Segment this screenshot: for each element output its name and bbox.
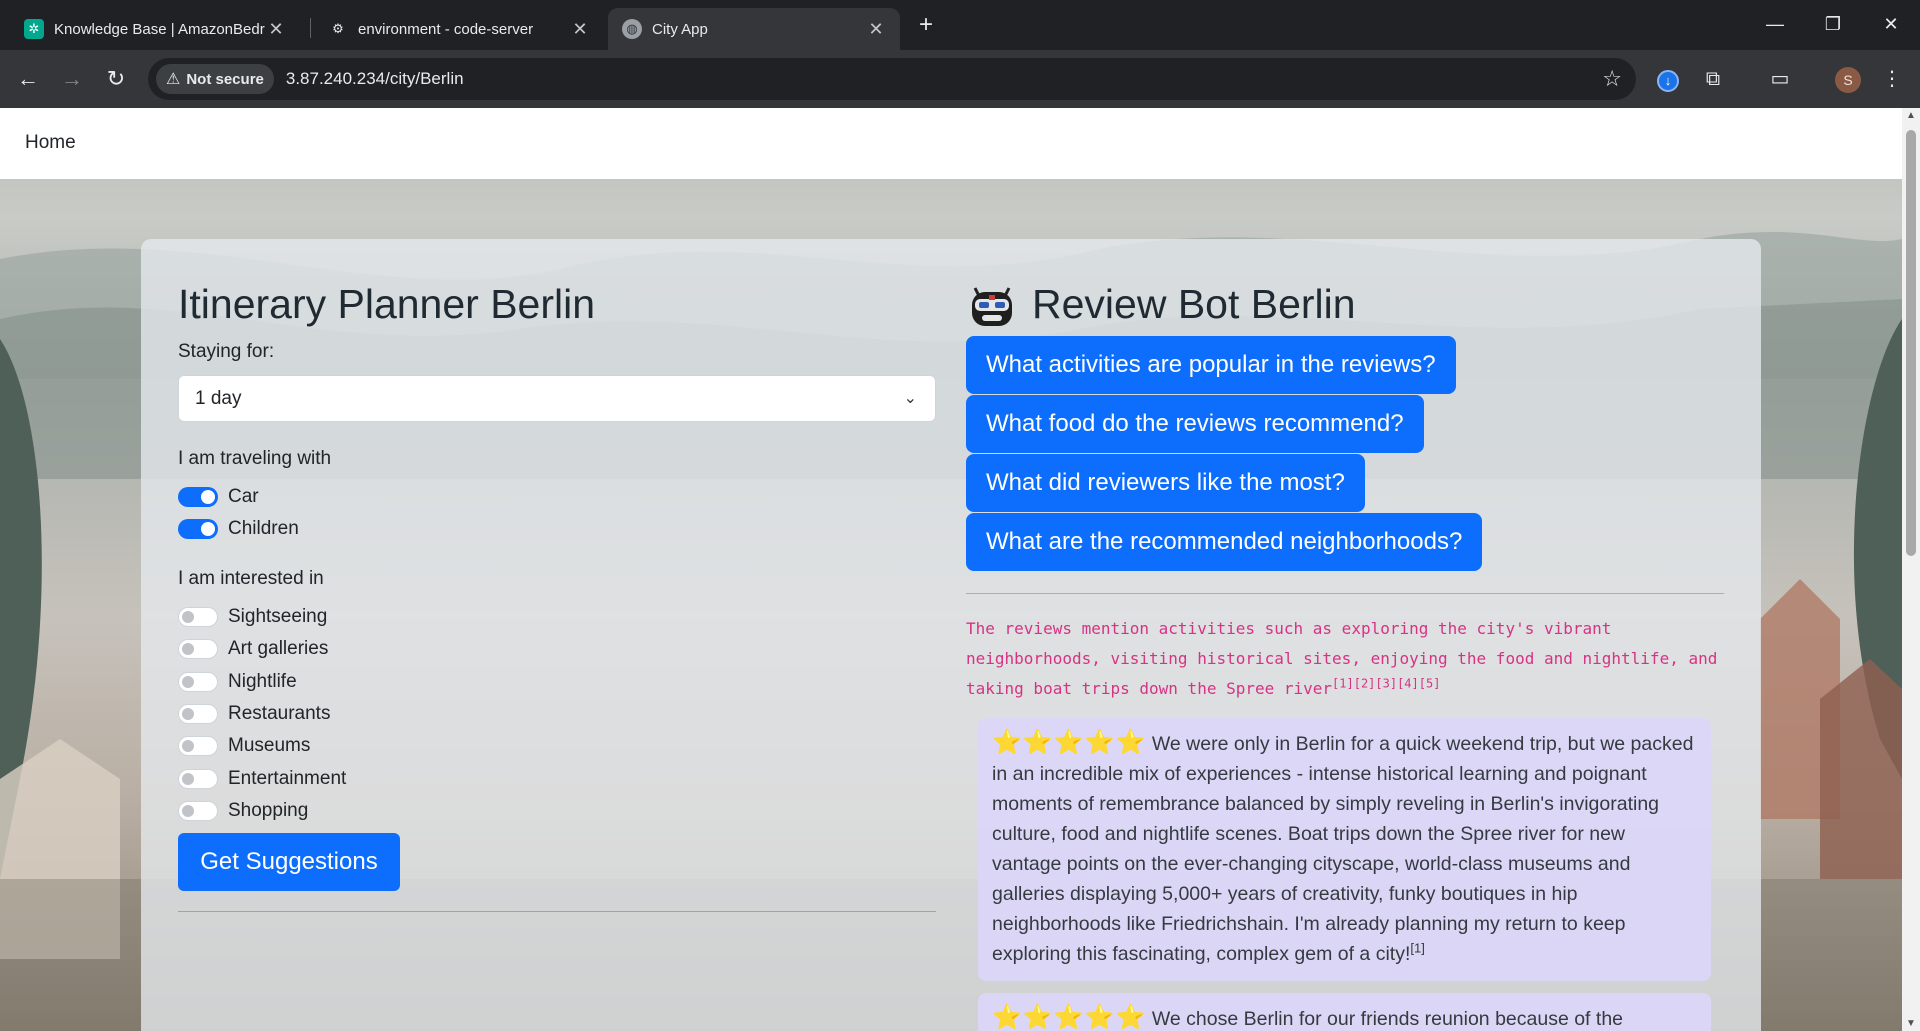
forward-icon[interactable]: → [56, 63, 88, 95]
switch-off[interactable] [178, 704, 218, 724]
question-button-food[interactable]: What food do the reviews recommend? [966, 395, 1424, 453]
download-icon[interactable]: ↓ [1652, 63, 1684, 95]
switch-off[interactable] [178, 736, 218, 756]
tab-search-icon[interactable]: ▭ [1764, 63, 1796, 95]
menu-kebab-icon[interactable]: ⋮ [1876, 63, 1908, 95]
back-icon[interactable]: ← [12, 63, 44, 95]
reviewbot-title: Review Bot Berlin [1032, 281, 1356, 327]
profile-avatar[interactable]: S [1832, 63, 1864, 95]
page-scrollbar[interactable]: ▲ ▼ [1902, 108, 1920, 1031]
stay-label: Staying for: [178, 341, 275, 362]
review-text: We were only in Berlin for a quick weeke… [992, 733, 1694, 965]
toggle-children[interactable]: Children [178, 516, 299, 542]
stay-duration-select[interactable]: 1 day ⌄ [178, 375, 936, 422]
home-link[interactable]: Home [25, 132, 76, 154]
question-button-neighborhoods[interactable]: What are the recommended neighborhoods? [966, 513, 1483, 571]
new-tab-button[interactable]: + [912, 12, 940, 40]
bedrock-icon: ✲ [24, 19, 44, 39]
toggle-label: Entertainment [228, 768, 347, 789]
review-card: ⭐⭐⭐⭐⭐ We were only in Berlin for a quick… [978, 718, 1711, 981]
toggle-label: Car [228, 486, 259, 507]
star-rating: ⭐⭐⭐⭐⭐ [991, 1004, 1147, 1031]
get-suggestions-button[interactable]: Get Suggestions [178, 833, 400, 891]
toggle-label: Shopping [228, 800, 309, 821]
close-tab-icon[interactable]: ✕ [570, 19, 590, 40]
divider [966, 593, 1724, 594]
tab-strip: ✲ Knowledge Base | AmazonBedr ✕ ⚙ enviro… [0, 0, 1920, 50]
toggle-entertainment[interactable]: Entertainment [178, 766, 346, 792]
switch-on[interactable] [178, 487, 218, 507]
star-rating: ⭐⭐⭐⭐⭐ [991, 729, 1147, 757]
toggle-label: Children [228, 518, 299, 539]
switch-on[interactable] [178, 519, 218, 539]
security-chip[interactable]: ⚠ Not secure [156, 64, 274, 94]
url-text[interactable]: 3.87.240.234/city/Berlin [286, 69, 464, 89]
review-card: ⭐⭐⭐⭐⭐ We chose Berlin for our friends re… [978, 993, 1711, 1031]
tab-code-server[interactable]: ⚙ environment - code-server ✕ [314, 8, 604, 50]
tab-title: Knowledge Base | AmazonBedr [54, 20, 265, 38]
warning-icon: ⚠ [166, 71, 181, 88]
toggle-label: Restaurants [228, 703, 331, 724]
close-window-icon[interactable]: ✕ [1868, 8, 1914, 40]
browser-toolbar: ← → ↻ ⚠ Not secure 3.87.240.234/city/Ber… [0, 50, 1920, 108]
interest-label: I am interested in [178, 568, 324, 589]
toggle-restaurants[interactable]: Restaurants [178, 701, 330, 727]
page-viewport: Home Itinerary Planner Berlin Staying fo… [0, 108, 1902, 1031]
switch-off[interactable] [178, 769, 218, 789]
switch-off[interactable] [178, 801, 218, 821]
tab-title: environment - code-server [358, 20, 534, 38]
minimize-icon[interactable]: — [1752, 8, 1798, 40]
restore-icon[interactable]: ❐ [1810, 8, 1856, 40]
globe-icon: ◍ [622, 19, 642, 39]
toggle-museums[interactable]: Museums [178, 733, 310, 759]
question-button-liked-most[interactable]: What did reviewers like the most? [966, 454, 1365, 512]
switch-off[interactable] [178, 607, 218, 627]
code-server-icon: ⚙ [332, 21, 344, 36]
switch-off[interactable] [178, 672, 218, 692]
bookmark-star-icon[interactable]: ☆ [1602, 66, 1622, 92]
bot-answer: The reviews mention activities such as e… [966, 614, 1726, 704]
scroll-thumb[interactable] [1906, 130, 1916, 556]
switch-off[interactable] [178, 639, 218, 659]
address-bar[interactable]: ⚠ Not secure 3.87.240.234/city/Berlin ☆ [148, 58, 1636, 100]
toggle-sightseeing[interactable]: Sightseeing [178, 604, 327, 630]
answer-citations[interactable]: [1][2][3][4][5] [1332, 677, 1440, 691]
traveling-label: I am traveling with [178, 448, 332, 469]
toggle-car[interactable]: Car [178, 484, 259, 510]
toggle-shopping[interactable]: Shopping [178, 798, 308, 824]
question-button-activities[interactable]: What activities are popular in the revie… [966, 336, 1456, 394]
toggle-label: Art galleries [228, 638, 329, 659]
toggle-label: Museums [228, 735, 311, 756]
extensions-icon[interactable]: ⧉ [1697, 63, 1729, 95]
toggle-label: Nightlife [228, 671, 297, 692]
tab-title: City App [652, 20, 708, 38]
reload-icon[interactable]: ↻ [100, 63, 132, 95]
robot-icon [972, 287, 1012, 326]
close-tab-icon[interactable]: ✕ [266, 19, 286, 40]
stay-duration-value: 1 day [195, 388, 242, 409]
chevron-down-icon: ⌄ [903, 390, 917, 407]
toggle-nightlife[interactable]: Nightlife [178, 669, 297, 695]
review-text: We chose Berlin for our friends reunion … [1151, 1008, 1624, 1030]
close-tab-icon[interactable]: ✕ [866, 19, 886, 40]
tab-city-app[interactable]: ◍ City App ✕ [608, 8, 900, 50]
divider [178, 911, 936, 912]
scroll-down-icon[interactable]: ▼ [1906, 1018, 1916, 1029]
toggle-label: Sightseeing [228, 606, 328, 627]
review-citation[interactable]: [1] [1410, 941, 1424, 956]
toggle-art-galleries[interactable]: Art galleries [178, 636, 328, 662]
tab-knowledge-base[interactable]: ✲ Knowledge Base | AmazonBedr ✕ [10, 8, 300, 50]
planner-title: Itinerary Planner Berlin [178, 281, 596, 327]
top-navbar: Home [0, 108, 1902, 179]
security-label: Not secure [186, 70, 264, 88]
scroll-up-icon[interactable]: ▲ [1906, 110, 1916, 121]
